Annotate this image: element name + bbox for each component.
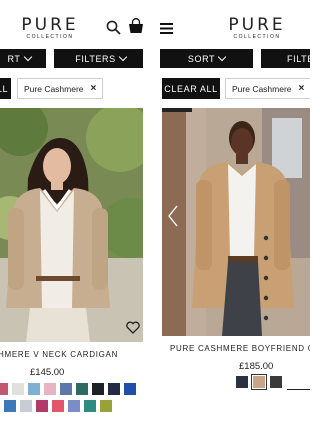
color-swatch[interactable] <box>0 383 8 395</box>
pane-divider <box>143 0 157 430</box>
chevron-down-icon <box>118 52 128 62</box>
sort-label: RT <box>7 53 21 64</box>
filters-label: FILTERS <box>287 53 310 64</box>
brand-name: PURE <box>21 15 79 35</box>
clear-all-label: CLEAR ALL <box>164 83 218 94</box>
heart-icon[interactable] <box>126 320 140 334</box>
color-swatch[interactable] <box>60 383 72 395</box>
color-swatch[interactable] <box>4 400 16 412</box>
product-title[interactable]: HMERE V NECK CARDIGAN <box>0 350 118 359</box>
brand-logo[interactable]: PURE COLLECTION <box>20 17 80 41</box>
filter-chip-label: Pure Cashmere <box>24 83 84 94</box>
search-icon[interactable] <box>104 18 122 36</box>
filters-button[interactable]: FILTERS <box>54 49 143 68</box>
sort-button[interactable]: RT <box>0 49 46 68</box>
left-pane: PURE COLLECTION RT FILTERS LL Pure Cashm… <box>0 0 143 430</box>
color-swatch[interactable] <box>236 376 248 388</box>
brand-tagline: COLLECTION <box>26 34 74 40</box>
brand-name: PURE <box>228 15 286 35</box>
brand-tagline: COLLECTION <box>233 34 281 40</box>
chevron-left-icon[interactable] <box>166 204 180 228</box>
clear-all-label: LL <box>0 83 9 94</box>
shopping-bag-icon[interactable] <box>128 17 143 35</box>
color-swatch[interactable] <box>76 383 88 395</box>
close-icon[interactable]: × <box>91 83 97 94</box>
product-image[interactable] <box>162 108 310 336</box>
color-swatch[interactable] <box>28 383 40 395</box>
sort-label: SORT <box>187 53 216 64</box>
swatch-more-indicator <box>287 389 310 390</box>
product-price: £185.00 <box>239 361 274 372</box>
right-pane: PURE COLLECTION SORT FILTERS CLEAR ALL P… <box>157 0 310 430</box>
filter-chip-label: Pure Cashmere <box>232 83 292 94</box>
chevron-down-icon <box>217 52 227 62</box>
sort-button[interactable]: SORT <box>160 49 253 68</box>
color-swatch[interactable] <box>44 383 56 395</box>
filters-label: FILTERS <box>75 53 116 64</box>
color-swatch[interactable] <box>124 383 136 395</box>
color-swatch[interactable] <box>20 400 32 412</box>
color-swatch[interactable] <box>52 400 64 412</box>
product-price: £145.00 <box>30 367 65 378</box>
color-swatch[interactable] <box>36 400 48 412</box>
color-swatch[interactable] <box>68 400 80 412</box>
color-swatch[interactable] <box>270 376 282 388</box>
color-swatch[interactable] <box>12 383 24 395</box>
menu-icon[interactable] <box>159 21 173 35</box>
product-title[interactable]: PURE CASHMERE BOYFRIEND CA <box>170 344 310 353</box>
close-icon[interactable]: × <box>299 83 305 94</box>
clear-all-button[interactable]: CLEAR ALL <box>162 78 220 99</box>
filter-chip[interactable]: Pure Cashmere × <box>17 78 104 99</box>
brand-logo[interactable]: PURE COLLECTION <box>227 17 287 41</box>
filters-button[interactable]: FILTERS <box>261 49 310 68</box>
clear-all-button[interactable]: LL <box>0 78 11 99</box>
color-swatch[interactable] <box>84 400 96 412</box>
filter-chip[interactable]: Pure Cashmere × <box>225 78 310 99</box>
color-swatch[interactable] <box>108 383 120 395</box>
color-swatch[interactable] <box>251 374 267 390</box>
product-image[interactable] <box>0 108 143 342</box>
color-swatch[interactable] <box>92 383 104 395</box>
chevron-down-icon <box>23 52 32 62</box>
color-swatch[interactable] <box>100 400 112 412</box>
